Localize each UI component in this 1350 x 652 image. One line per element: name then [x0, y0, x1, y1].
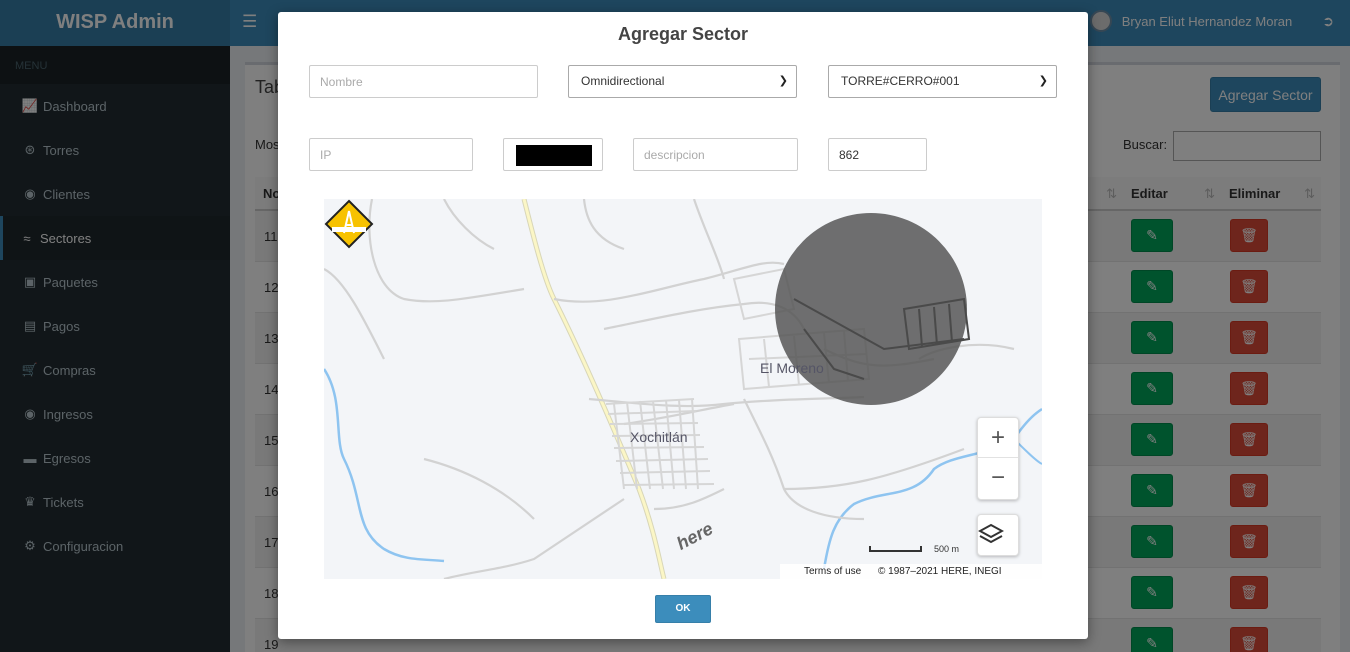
zoom-in-button[interactable]: + — [978, 418, 1018, 458]
nombre-input[interactable] — [309, 65, 538, 98]
descripcion-input[interactable] — [633, 138, 798, 171]
scale-label: 500 m — [934, 544, 960, 554]
scale-bar — [869, 546, 922, 552]
tower-marker-icon[interactable] — [324, 199, 374, 249]
map-label-xochitlan: Xochitlán — [630, 429, 688, 445]
chevron-down-icon: ❯ — [778, 75, 788, 87]
color-swatch — [516, 145, 592, 166]
add-sector-modal: Agregar Sector Omnidirectional ❯ TORRE#C… — [278, 12, 1088, 639]
color-picker[interactable] — [503, 138, 603, 171]
ok-button[interactable]: OK — [655, 595, 711, 623]
layers-icon — [978, 523, 1004, 544]
copyright-text: © 1987–2021 HERE, INEGI — [878, 566, 1002, 577]
map-canvas — [324, 199, 1042, 579]
radius-input[interactable] — [828, 138, 927, 171]
zoom-out-button[interactable]: − — [978, 458, 1018, 498]
layers-button[interactable] — [977, 514, 1019, 556]
tower-select[interactable]: TORRE#CERRO#001 ❯ — [828, 65, 1057, 98]
map-view[interactable]: El Moreno Xochitlán here + − 500 m Terms… — [324, 199, 1042, 579]
antenna-type-select[interactable]: Omnidirectional ❯ — [568, 65, 797, 98]
terms-of-use-link[interactable]: Terms of use — [804, 566, 861, 577]
map-label-el-moreno: El Moreno — [760, 360, 824, 376]
chevron-down-icon: ❯ — [1038, 75, 1048, 87]
ip-input[interactable] — [309, 138, 473, 171]
modal-title: Agregar Sector — [617, 24, 749, 44]
map-attribution: Terms of use © 1987–2021 HERE, INEGI — [780, 564, 1042, 579]
zoom-control: + − — [977, 417, 1019, 500]
